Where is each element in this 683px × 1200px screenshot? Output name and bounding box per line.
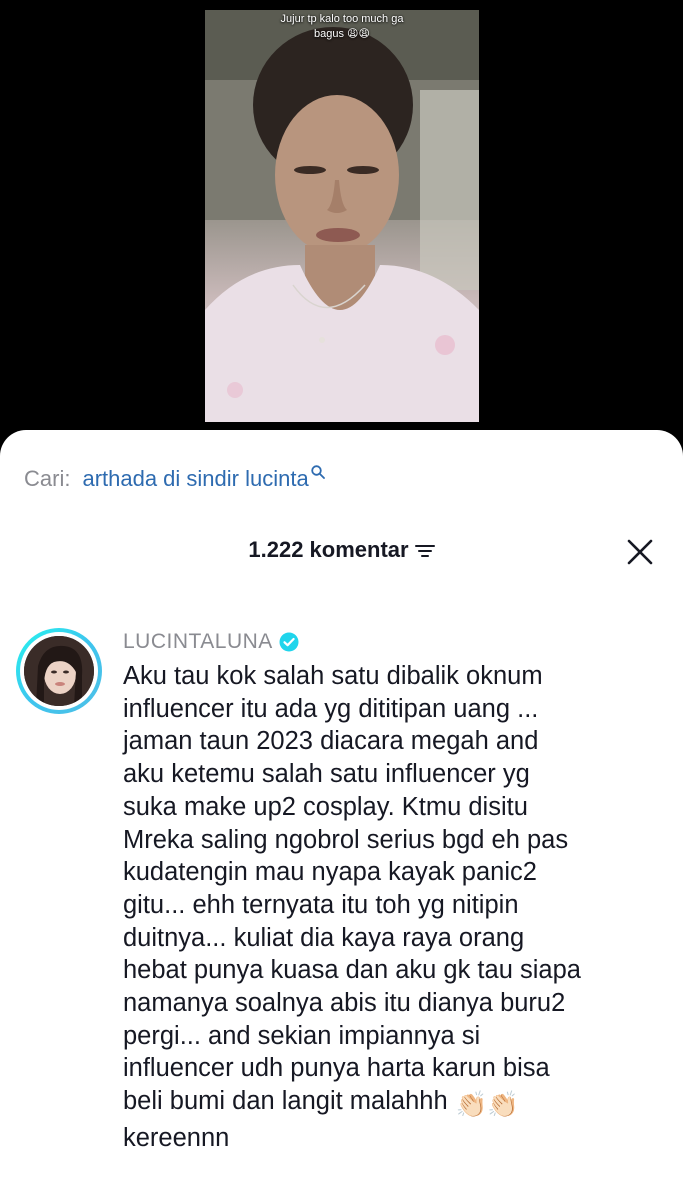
comment-line-3: jaman taun 2023 diacara megah and — [123, 727, 539, 756]
comment-line-5: suka make up2 cosplay. Ktmu disitu — [123, 792, 528, 821]
search-query-link[interactable]: arthada di sindir lucinta — [82, 463, 308, 495]
comment-line-12: pergi... and sekian impiannya si — [123, 1021, 481, 1050]
screen: Jujur tp kalo too much ga bagus 😩😩 Cari:… — [0, 0, 683, 1200]
comments-sheet: Cari: arthada di sindir lucinta 1.222 ko… — [0, 430, 683, 1200]
video-frame — [205, 10, 479, 422]
search-icon[interactable] — [311, 465, 325, 479]
clapping-hands-emoji: 👏🏻👏🏻 — [455, 1091, 520, 1120]
comment-line-1: Aku tau kok salah satu dibalik oknum — [123, 662, 543, 690]
caption-line-2: bagus 😩😩 — [314, 28, 370, 40]
comment-line-8: gitu... ehh ternyata itu toh yg nitipin — [123, 890, 519, 919]
comment-text: Aku tau kok salah satu dibalik oknum inf… — [123, 660, 673, 1155]
comment-count-text: 1.222 komentar — [248, 537, 409, 562]
avatar[interactable] — [16, 628, 102, 714]
verified-badge-icon — [279, 632, 299, 652]
author-name: LUCINTALUNA — [123, 630, 273, 653]
comment-line-6: Mreka saling ngobrol serius bgd eh pas — [123, 825, 569, 854]
avatar-photo — [24, 636, 94, 706]
search-prefix: Cari: — [24, 466, 71, 491]
comment-line-9: duitnya... kuliat dia kaya raya orang — [123, 923, 525, 952]
avatar-ring-gap — [20, 632, 98, 710]
close-icon[interactable] — [627, 539, 653, 565]
comment-line-4: aku ketemu salah satu influencer yg — [123, 760, 530, 789]
comment-author[interactable]: LUCINTALUNA — [123, 628, 299, 656]
comment-line-14: beli bumi dan langit malahhh 👏🏻👏🏻 — [123, 1085, 673, 1122]
comment-line-11: namanya soalnya abis itu dianya buru2 — [123, 989, 566, 1018]
comment-line-10: hebat punya kuasa dan aku gk tau siapa — [123, 956, 581, 985]
comments-header: 1.222 komentar — [0, 532, 683, 572]
sort-icon[interactable] — [414, 544, 435, 558]
comment-line-15: kereennn — [123, 1123, 230, 1152]
video-caption: Jujur tp kalo too much ga bagus 😩😩 — [205, 12, 479, 42]
search-suggestion[interactable]: Cari: arthada di sindir lucinta — [24, 463, 325, 495]
comment-line-13: influencer udh punya harta karun bisa — [123, 1054, 550, 1083]
comment-line-2: influencer itu ada yg dititipan uang ... — [123, 694, 539, 723]
comment-line-7: kudatengin mau nyapa kayak panic2 — [123, 858, 537, 887]
comment-count-label[interactable]: 1.222 komentar — [0, 537, 683, 563]
caption-line-1: Jujur tp kalo too much ga — [280, 13, 404, 25]
avatar-image — [24, 636, 94, 706]
comment-line-14-text: beli bumi dan langit malahhh — [123, 1087, 448, 1116]
video-player[interactable]: Jujur tp kalo too much ga bagus 😩😩 — [205, 10, 479, 422]
